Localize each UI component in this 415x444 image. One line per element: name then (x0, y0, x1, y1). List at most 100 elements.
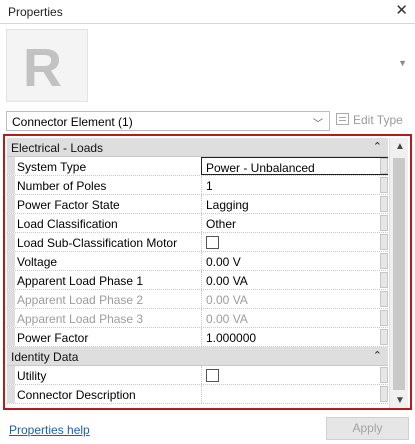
edit-type-button[interactable]: Edit Type (336, 113, 403, 129)
properties-grid-frame: Electrical - Loads ⌃ System Type Power - Un… (3, 134, 412, 410)
row-indent (7, 252, 15, 270)
property-value-cell[interactable]: 1 (201, 176, 388, 194)
property-label: Utility (17, 369, 47, 383)
property-checkbox[interactable] (206, 236, 219, 249)
type-selector-dropdown[interactable]: Connector Element (1) ﹀ (6, 111, 330, 131)
property-value-cell[interactable] (201, 233, 388, 251)
property-value-cell: 0.00 VA (201, 309, 388, 327)
apply-button[interactable]: Apply (326, 417, 409, 440)
scroll-up-icon[interactable]: ▲ (395, 141, 405, 152)
property-checkbox[interactable] (206, 369, 219, 382)
property-value-cell[interactable]: Power - Unbalanced (201, 157, 388, 175)
row-indent (7, 366, 15, 384)
property-label: System Type (17, 160, 87, 174)
row-indent (7, 309, 15, 327)
row-edit-button[interactable] (380, 386, 388, 402)
chevron-down-icon: ﹀ (313, 119, 323, 130)
property-value: 0.00 VA (206, 274, 248, 288)
property-row: System Type Power - Unbalanced (7, 157, 388, 176)
row-indent (7, 233, 15, 251)
collapse-group-icon[interactable]: ⌃ (373, 140, 382, 153)
property-row: Power Factor State Lagging (7, 195, 388, 214)
property-value-cell[interactable]: 1.000000 (201, 328, 388, 346)
row-indent (7, 157, 15, 175)
property-value: 1.000000 (206, 331, 257, 345)
properties-footer: Properties help Apply (0, 414, 415, 444)
property-label: Apparent Load Phase 2 (17, 293, 144, 307)
row-indent (7, 271, 15, 289)
row-indent (7, 290, 15, 308)
property-label: Number of Poles (17, 179, 107, 193)
property-row: Apparent Load Phase 1 0.00 VA (7, 271, 388, 290)
collapse-group-icon[interactable]: ⌃ (373, 349, 382, 362)
property-value: Lagging (206, 198, 249, 212)
property-value: 0.00 VA (206, 293, 248, 307)
row-edit-button[interactable] (380, 253, 388, 269)
property-value-cell[interactable]: Lagging (201, 195, 388, 213)
property-row: Connector Description (7, 385, 388, 404)
row-edit-button[interactable] (380, 272, 388, 288)
window-title: Properties (8, 5, 63, 19)
property-value-cell[interactable]: 0.00 V (201, 252, 388, 270)
edit-type-icon (336, 113, 349, 125)
property-value: 0.00 VA (206, 312, 248, 326)
group-header[interactable]: Electrical - Loads ⌃ (7, 138, 388, 157)
vertical-scrollbar[interactable]: ▲ ▼ (389, 138, 408, 408)
property-value-cell[interactable] (201, 385, 388, 403)
property-value: Power - Unbalanced (206, 161, 315, 175)
edit-type-label: Edit Type (353, 113, 403, 127)
property-row: Load Classification Other (7, 214, 388, 233)
row-indent (7, 176, 15, 194)
group-name: Electrical - Loads (11, 141, 104, 155)
svg-text:R: R (23, 38, 62, 96)
scrollbar-thumb[interactable] (393, 158, 405, 390)
row-edit-button[interactable] (380, 234, 388, 250)
property-value-cell: 0.00 VA (201, 290, 388, 308)
property-row: Apparent Load Phase 2 0.00 VA (7, 290, 388, 309)
property-row: Number of Poles 1 (7, 176, 388, 195)
property-row: Load Sub-Classification Motor (7, 233, 388, 252)
property-value: Other (206, 217, 237, 231)
property-value-cell[interactable] (201, 366, 388, 384)
property-value: 1 (206, 179, 213, 193)
property-value-cell[interactable]: Other (201, 214, 388, 232)
row-edit-button[interactable] (380, 310, 388, 326)
property-value-cell[interactable]: 0.00 VA (201, 271, 388, 289)
row-edit-button[interactable] (380, 196, 388, 212)
property-label: Connector Description (17, 388, 136, 402)
property-label: Apparent Load Phase 3 (17, 312, 144, 326)
row-indent (7, 385, 15, 403)
property-row: Utility (7, 366, 388, 385)
property-label: Load Classification (17, 217, 118, 231)
property-label: Voltage (17, 255, 58, 269)
properties-title-bar: Properties ✕ (0, 0, 415, 24)
row-edit-button[interactable] (380, 177, 388, 193)
row-edit-button[interactable] (380, 329, 388, 345)
property-row: Power Factor 1.000000 (7, 328, 388, 347)
row-edit-button[interactable] (380, 291, 388, 307)
row-edit-button[interactable] (380, 215, 388, 231)
property-row: Apparent Load Phase 3 0.00 VA (7, 309, 388, 328)
property-label: Apparent Load Phase 1 (17, 274, 144, 288)
type-selector-value: Connector Element (1) (12, 115, 133, 129)
group-header[interactable]: Identity Data ⌃ (7, 347, 388, 366)
row-edit-button[interactable] (380, 367, 388, 383)
chevron-down-icon[interactable]: ▼ (398, 58, 407, 68)
property-row: Voltage 0.00 V (7, 252, 388, 271)
revit-r-logo-icon: R (23, 38, 62, 96)
row-indent (7, 214, 15, 232)
properties-help-link[interactable]: Properties help (9, 423, 90, 437)
properties-grid: Electrical - Loads ⌃ System Type Power - Un… (7, 138, 388, 404)
row-indent (7, 328, 15, 346)
row-edit-button[interactable] (380, 158, 388, 174)
scroll-down-icon[interactable]: ▼ (395, 395, 405, 406)
property-label: Power Factor (17, 331, 89, 345)
group-name: Identity Data (11, 350, 79, 364)
property-label: Load Sub-Classification Motor (17, 236, 178, 250)
property-label: Power Factor State (17, 198, 120, 212)
row-indent (7, 195, 15, 213)
type-preview-image: R (6, 29, 88, 102)
close-icon[interactable]: ✕ (395, 3, 408, 19)
type-selector-row: Connector Element (1) ﹀ Edit Type (6, 111, 410, 131)
property-value: 0.00 V (206, 255, 241, 269)
